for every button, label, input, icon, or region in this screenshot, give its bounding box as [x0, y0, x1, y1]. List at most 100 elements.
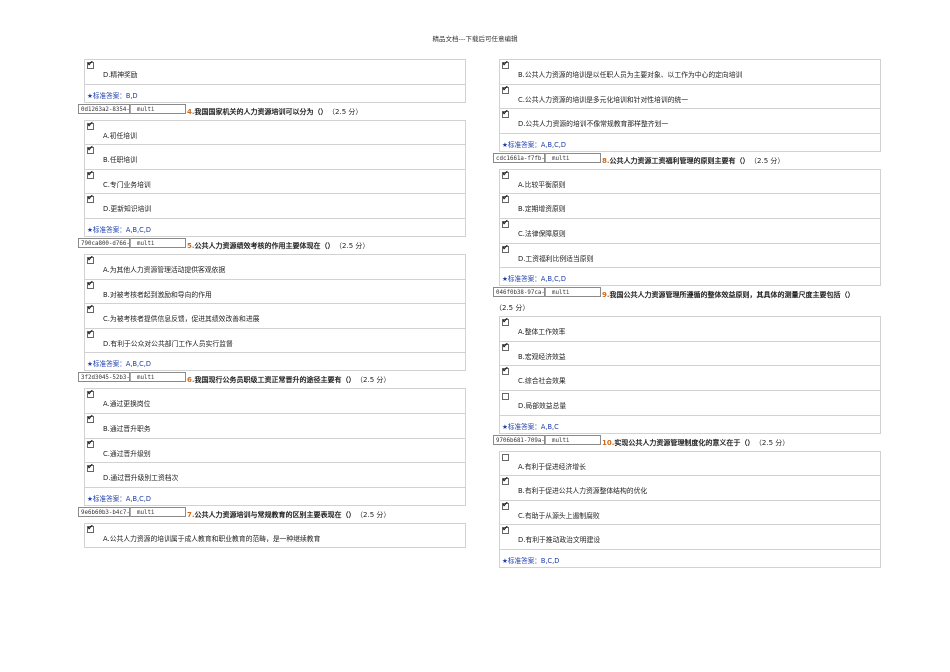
checkbox-checked[interactable] — [87, 193, 94, 204]
answer-label: ★标准答案：A,B,C,D — [502, 273, 566, 283]
question-text: 7.公共人力资源培训与常规教育的区别主要表现在（） （2.5 分） — [187, 510, 390, 520]
checkbox-checked[interactable] — [502, 169, 509, 179]
checkbox-checked[interactable] — [87, 328, 94, 338]
option-row: D.有利于公众对公共部门工作人员实行监督 — [85, 328, 465, 354]
options-box: A.有利于促进经济增长 B.有利于促进公共人力资源整体结构的优化 C.有助于从源头上… — [499, 450, 881, 568]
right-column: B.公共人力资源的培训是以任职人员为主要对象、以工作为中心的定向培训 C.公共人力… — [493, 59, 883, 568]
checkbox-checked[interactable] — [502, 524, 509, 535]
standard-answer: ★标准答案：B,C,D — [500, 550, 880, 568]
option-label: D.有利于推动政治文明建设 — [518, 536, 601, 545]
standard-answer: ★标准答案：A,B,C — [500, 416, 880, 434]
question-header: 9e6b60b3-b4c7- multi 7.公共人力资源培训与常规教育的区别主要表… — [78, 506, 468, 523]
option-label: A.通过更换岗位 — [103, 400, 151, 409]
standard-answer: ★标准答案：A,B,C,D — [85, 353, 465, 372]
checkbox-checked[interactable] — [87, 462, 94, 473]
checkbox-checked[interactable] — [502, 341, 509, 351]
answer-prefix: ★标准答案： — [87, 494, 126, 503]
checkbox-checked[interactable] — [502, 218, 509, 228]
option-row: D.精神奖励 — [85, 59, 465, 85]
answer-prefix: ★标准答案： — [502, 422, 541, 431]
question-text: 5.公共人力资源绩效考核的作用主要体现在（） （2.5 分） — [187, 241, 369, 251]
checkbox-checked[interactable] — [87, 120, 94, 130]
option-row: A.有利于促进经济增长 — [500, 452, 880, 477]
option-row: C.综合社会效果 — [500, 365, 880, 391]
option-row: A.为其他人力资源管理活动提供客观依据 — [85, 254, 465, 280]
checkbox-checked[interactable] — [502, 84, 509, 94]
option-row: A.比较平衡原则 — [500, 169, 880, 195]
checkbox-checked[interactable] — [87, 438, 94, 448]
checkbox-checked[interactable] — [87, 144, 94, 155]
question-stem: 公共人力资源绩效考核的作用主要体现在（） — [194, 241, 335, 250]
checkbox-checked[interactable] — [502, 193, 509, 204]
option-label: A.初任培训 — [103, 131, 137, 140]
standard-answer: ★标准答案：A,B,C,D — [85, 219, 465, 237]
standard-answer: ★标准答案：A,B,C,D — [500, 268, 880, 287]
answer-prefix: ★标准答案： — [502, 140, 541, 149]
checkbox-unchecked[interactable] — [502, 392, 509, 400]
options-box: A.公共人力资源的培训属于成人教育和职业教育的范畴，是一种继续教育 — [84, 522, 466, 549]
checkbox-unchecked[interactable] — [502, 453, 509, 461]
option-label: B.任职培训 — [103, 156, 138, 165]
checkbox-checked[interactable] — [87, 303, 94, 314]
question-stem: 我国国家机关的人力资源培训可以分为（） — [194, 107, 328, 116]
checkbox-checked[interactable] — [87, 523, 94, 533]
question-id: cdc1661a-f7fb- — [493, 152, 545, 163]
standard-answer: ★标准答案：A,B,C,D — [500, 134, 880, 152]
checkbox-checked[interactable] — [87, 254, 94, 264]
question-score: （2.5 分） — [331, 107, 363, 116]
checkbox-checked[interactable] — [87, 169, 94, 179]
answer-label: ★标准答案：A,B,C,D — [87, 224, 151, 234]
option-label: A.为其他人力资源管理活动提供客观依据 — [103, 265, 226, 274]
question-type: multi — [545, 287, 601, 298]
checkbox-checked[interactable] — [87, 388, 94, 399]
question-number: 4. — [187, 107, 195, 116]
options-box: A.整体工作效率 B.宏观经济效益 C.综合社会效果 D.局部效益总量 ★标准答案：A,… — [499, 316, 881, 434]
option-label: B.有利于促进公共人力资源整体结构的优化 — [518, 487, 648, 496]
standard-answer: ★标准答案：A,B,C,D — [85, 488, 465, 506]
checkbox-checked[interactable] — [502, 475, 509, 486]
answer-value: A,B,C,D — [540, 140, 566, 149]
option-row: D.工资福利比例适当原则 — [500, 243, 880, 269]
question-id: 9706b681-709a- — [493, 434, 545, 445]
question-score: （2.5 分） — [359, 510, 391, 519]
checkbox-checked[interactable] — [87, 279, 94, 289]
question-type: multi — [545, 434, 601, 445]
question-header: 790ca800-d766- multi 5.公共人力资源绩效考核的作用主要体现在（… — [78, 237, 468, 254]
question-score: （2.5 分） — [758, 438, 790, 447]
options-box: D.精神奖励 ★标准答案：B,D — [84, 59, 466, 103]
answer-prefix: ★标准答案： — [502, 275, 541, 284]
checkbox-checked[interactable] — [502, 500, 509, 510]
option-row: D.通过晋升级别工资档次 — [85, 462, 465, 488]
answer-value: B,D — [125, 91, 138, 100]
checkbox-checked[interactable] — [502, 365, 509, 376]
option-row: B.宏观经济效益 — [500, 341, 880, 367]
checkbox-checked[interactable] — [502, 59, 509, 69]
answer-value: A,B,C,D — [540, 275, 566, 284]
answer-value: A,B,C,D — [125, 225, 151, 234]
checkbox-checked[interactable] — [502, 316, 509, 327]
option-row: A.通过更换岗位 — [85, 388, 465, 414]
answer-label: ★标准答案：B,D — [87, 90, 138, 100]
option-row: D.局部效益总量 — [500, 391, 880, 416]
question-type: multi — [130, 372, 186, 383]
options-box: B.公共人力资源的培训是以任职人员为主要对象、以工作为中心的定向培训 C.公共人力… — [499, 59, 881, 152]
checkbox-checked[interactable] — [87, 59, 94, 69]
option-row: C.专门业务培训 — [85, 169, 465, 195]
option-label: D.精神奖励 — [103, 71, 138, 79]
question-type: multi — [545, 152, 601, 163]
option-label: C.公共人力资源的培训是多元化培训和针对性培训的统一 — [518, 95, 689, 104]
option-label: C.有助于从源头上遏制腐败 — [518, 511, 600, 520]
question-text: 6.我国现行公务员职级工资正常晋升的途径主要有（） （2.5 分） — [187, 375, 390, 385]
options-box: A.通过更换岗位 B.通过晋升职务 C.通过晋升级别 D.通过晋升级别工资档次 ★标准答… — [84, 388, 466, 506]
option-label: A.有利于促进经济增长 — [518, 462, 586, 471]
answer-prefix: ★标准答案： — [87, 91, 126, 100]
option-label: A.公共人力资源的培训属于成人教育和职业教育的范畴，是一种继续教育 — [103, 534, 321, 543]
option-label: D.通过晋升级别工资档次 — [103, 474, 179, 483]
question-score-continued: （2.5 分） — [495, 304, 530, 313]
option-row: B.公共人力资源的培训是以任职人员为主要对象、以工作为中心的定向培训 — [500, 59, 880, 85]
question-text: 4.我国国家机关的人力资源培训可以分为（） （2.5 分） — [187, 107, 362, 117]
answer-label: ★标准答案：A,B,C,D — [502, 139, 566, 149]
checkbox-checked[interactable] — [502, 108, 509, 119]
checkbox-checked[interactable] — [87, 413, 94, 423]
checkbox-checked[interactable] — [502, 243, 509, 253]
